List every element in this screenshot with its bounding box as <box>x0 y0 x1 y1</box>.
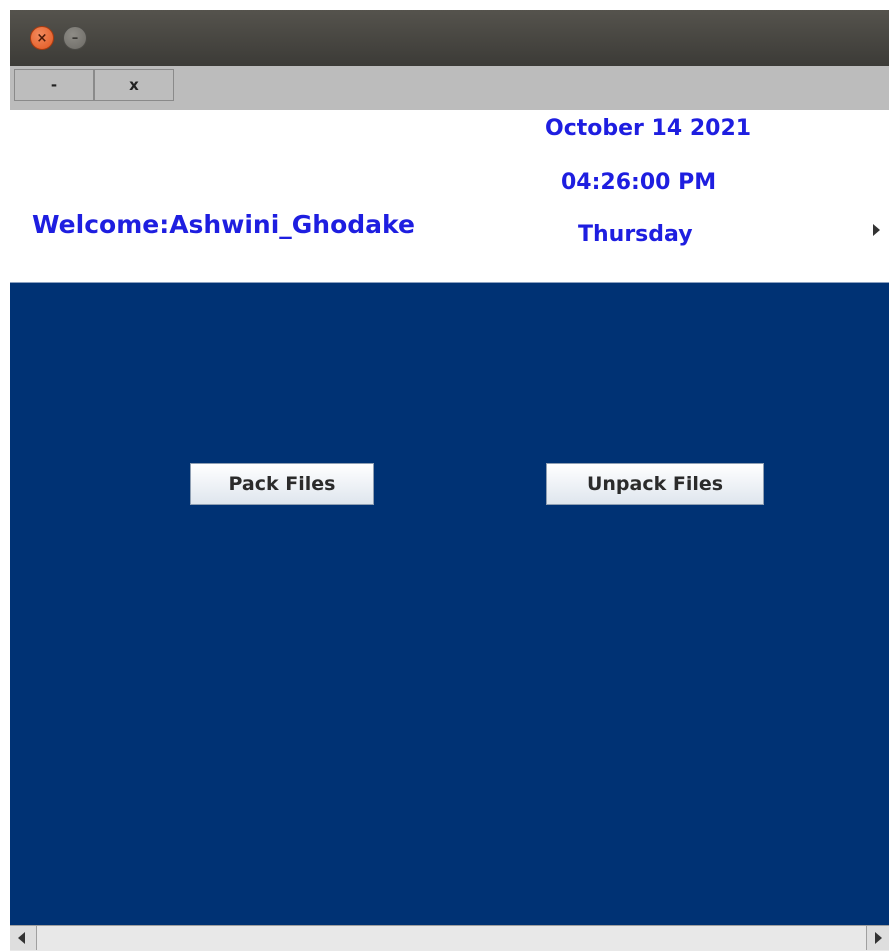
window-close-icon[interactable]: × <box>30 26 54 50</box>
app-toolbar: - x <box>10 66 889 110</box>
date-label: October 14 2021 <box>545 116 752 141</box>
scroll-left-button[interactable] <box>10 926 37 950</box>
unpack-files-button[interactable]: Unpack Files <box>546 463 764 505</box>
pack-files-button[interactable]: Pack Files <box>190 463 374 505</box>
main-panel: Pack Files Unpack Files <box>10 282 889 926</box>
header-panel: October 14 2021 04:26:00 PM Thursday Wel… <box>10 110 889 280</box>
window-titlebar: × – <box>10 10 889 66</box>
day-label: Thursday <box>578 222 693 247</box>
window-minimize-icon[interactable]: – <box>63 26 87 50</box>
minimize-button[interactable]: - <box>14 69 94 101</box>
scroll-right-arrow-icon[interactable] <box>873 224 880 236</box>
scroll-right-arrow-icon <box>875 932 882 944</box>
scroll-right-button[interactable] <box>866 926 889 950</box>
scroll-left-arrow-icon <box>18 932 25 944</box>
horizontal-scrollbar[interactable] <box>10 925 889 951</box>
exit-button[interactable]: x <box>94 69 174 101</box>
time-label: 04:26:00 PM <box>561 170 717 195</box>
welcome-label: Welcome:Ashwini_Ghodake <box>32 210 415 239</box>
